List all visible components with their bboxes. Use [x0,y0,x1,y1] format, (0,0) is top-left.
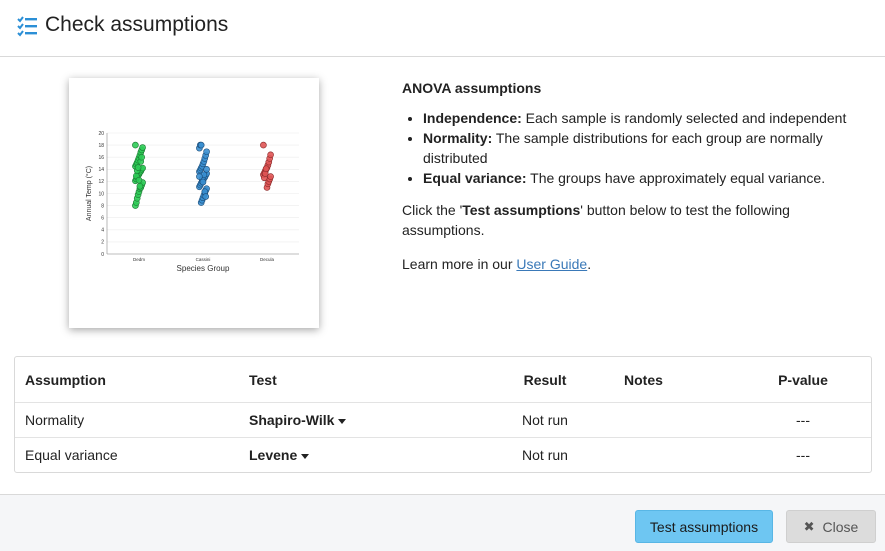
list-item: Normality: The sample distributions for … [423,128,872,168]
bullet-text: Each sample is randomly selected and ind… [521,110,847,126]
test-select-label: Levene [249,447,298,463]
y-tick-label: 2 [101,240,104,246]
assumption-cell: Equal variance [25,447,118,463]
close-icon: ✖ [803,518,815,534]
bullet-text: The groups have approximately equal vari… [526,170,826,186]
result-cell: Not run [522,412,568,428]
y-tick-label: 20 [98,131,104,137]
data-point [203,148,210,156]
data-point [260,141,267,149]
y-tick-label: 18 [98,143,104,149]
test-select-equal-variance[interactable]: Levene [249,438,310,472]
data-point [132,141,139,149]
table-header-row: Assumption Test Result Notes P-value [15,357,871,403]
list-item: Equal variance: The groups have approxim… [423,168,872,188]
column-header-result: Result [523,371,567,388]
user-guide-link[interactable]: User Guide [516,256,587,272]
pvalue-cell: --- [796,447,810,463]
close-button[interactable]: ✖ Close [786,510,876,543]
assumption-cell: Normality [25,412,85,428]
column-header-test: Test [249,371,277,388]
instruction-text: Click the 'Test assumptions' button belo… [402,202,790,238]
y-tick-label: 6 [101,216,104,222]
y-tick-label: 14 [98,167,104,173]
data-point [267,173,274,180]
data-point [196,173,203,180]
data-point [203,166,210,173]
bullet-term: Equal variance: [423,170,527,186]
x-axis-label: Species Group [177,264,230,273]
dialog-title: Check assumptions [45,13,229,36]
caret-down-icon [338,418,347,424]
data-point [135,176,143,184]
assumptions-table: Assumption Test Result Notes P-value Nor… [14,356,872,473]
data-point [199,178,207,186]
y-tick-label: 8 [101,203,104,209]
data-point [139,144,146,151]
assumptions-info: ANOVA assumptions Independence: Each sam… [402,78,872,288]
assumptions-chart-card: 0 2 4 6 8 10 12 14 16 18 20 Dedm Cassini Decula Specie… [69,78,319,328]
list-item: Independence: Each sample is randomly se… [423,108,872,128]
assumptions-list: Independence: Each sample is randomly se… [423,108,872,188]
instruction-bold: Test assumptions [462,202,581,218]
column-header-assumption: Assumption [25,371,106,388]
x-tick-label: Dedm [133,257,145,262]
dialog-header: Check assumptions [0,0,885,57]
data-point [197,141,205,149]
y-axis-label: Annual Temp (°C) [85,166,93,221]
data-point [138,153,145,161]
column-header-notes: Notes [624,371,663,388]
column-header-pvalue: P-value [778,371,828,388]
y-tick-label: 12 [98,179,104,185]
test-select-label: Shapiro-Wilk [249,412,335,428]
y-tick-label: 16 [98,155,104,161]
data-point [202,193,209,200]
test-assumptions-button[interactable]: Test assumptions [635,510,773,543]
bullet-term: Normality: [423,130,493,146]
checklist-icon [17,16,37,37]
result-cell: Not run [522,447,568,463]
dialog-footer: Test assumptions ✖ Close [0,494,885,551]
data-point [134,164,142,171]
scatter-chart: 0 2 4 6 8 10 12 14 16 18 20 Dedm Cassini Decula Specie… [85,131,299,273]
learn-more-text: Learn more in our User Guide. [402,256,592,272]
caret-down-icon [301,453,310,459]
table-row: Equal variance Levene Not run --- [15,438,871,472]
data-point [267,151,274,159]
data-point [136,182,144,190]
bullet-term: Independence: [423,110,522,126]
y-tick-label: 0 [101,252,104,258]
pvalue-cell: --- [796,412,810,428]
info-heading: ANOVA assumptions [402,80,542,96]
x-tick-label: Cassini [196,257,211,262]
test-select-normality[interactable]: Shapiro-Wilk [249,403,347,437]
data-point [262,165,270,172]
x-tick-label: Decula [260,257,275,262]
table-row: Normality Shapiro-Wilk Not run --- [15,403,871,438]
close-button-label: Close [822,518,859,535]
y-tick-label: 10 [98,191,104,197]
y-tick-label: 4 [101,228,104,234]
